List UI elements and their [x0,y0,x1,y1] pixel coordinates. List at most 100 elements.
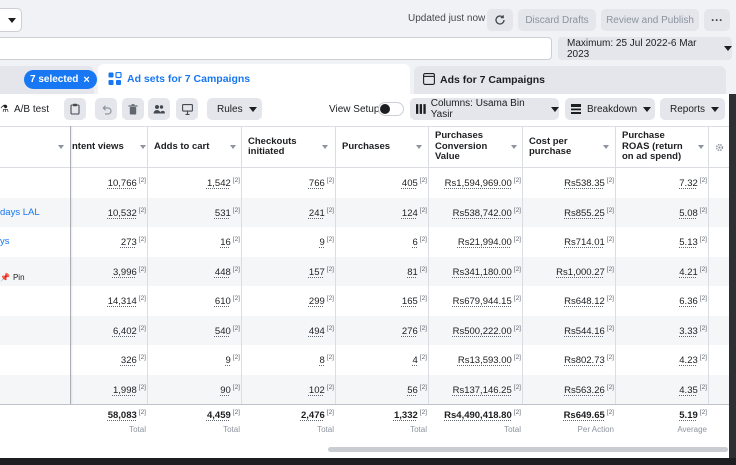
table-row[interactable]: 10,766 [2] 1,542 [2] 766 [2] 405 [2] Rs1,594,969… [0,168,736,198]
chevron-down-icon [8,18,16,23]
total-label: Total [223,425,240,434]
column-header-adds-to-cart[interactable]: Adds to cart [154,127,240,167]
right-edge [729,94,736,465]
footnote-mark: [2] [513,177,521,184]
cell-value: Rs1,000.27 [556,266,605,278]
total-cell: 58,083 [2] Total [108,409,146,434]
footnote-mark: [2] [326,383,334,391]
footnote-mark: [2] [232,295,240,302]
footnote-mark: [2] [513,206,521,214]
table-cell: 326 [2] [121,354,146,366]
cell-value: 9 [319,237,325,248]
table-row[interactable]: days LAL 10,532 [2] 531 [2] 241 [2] 124 [2] Rs538… [0,197,736,227]
sort-icon [511,145,517,149]
table-cell: Rs341,180.00 [2] [453,266,521,278]
adset-name[interactable]: days LAL [0,207,40,218]
column-divider [335,126,336,446]
date-range-picker[interactable]: Maximum: 25 Jul 2022-6 Mar 2023 [558,37,732,60]
table-cell: 165 [2] [402,295,427,307]
refresh-button[interactable] [487,9,513,31]
column-header-cost-per-purchase[interactable]: Cost per purchase [529,127,613,167]
table-row[interactable]: 14,314 [2] 610 [2] 299 [2] 165 [2] Rs679,944.15[… [0,286,736,316]
table-cell: Rs714.01 [2] [564,236,614,248]
table-cell: 540 [2] [215,325,240,337]
footnote-mark: [2] [513,324,521,332]
table-cell: Rs21,994.00 [2] [458,236,521,248]
table-cell: 157 [2] [309,266,334,278]
column-header-name[interactable] [0,127,70,167]
discard-drafts-button[interactable]: Discard Drafts [518,9,596,31]
column-header-purchase-value[interactable]: Purchases Conversion Value [435,127,521,167]
adsets-grid-icon [108,72,122,85]
view-setup-label: View Setup [329,104,380,115]
footnote-mark: [2] [513,295,521,302]
more-options-button[interactable]: ··· [704,9,730,31]
preview-button[interactable] [176,98,198,120]
footnote-mark: [2] [699,324,707,332]
table-row[interactable]: 1,998 [2] 90 [2] 102 [2] 56 [2] Rs137,146.25 [2] R… [0,374,736,404]
column-header-label: Purchases [342,140,391,152]
clipboard-button[interactable] [64,98,86,120]
ab-test-button[interactable]: ⚗ A/B test [0,98,54,120]
total-label: Per Action [577,425,614,434]
total-value: 5.19 [679,410,698,421]
columns-dropdown[interactable]: Columns: Usama Bin Yasir [410,98,559,120]
table-cell: 494 [2] [309,325,334,337]
footnote-mark: [2] [606,177,614,184]
table-cell: 14,314 [2] [108,295,146,307]
chevron-down-icon [724,46,732,51]
footnote-mark: [2] [138,206,146,214]
column-header-content-views[interactable]: ntent views [72,127,150,167]
adset-name[interactable]: ys [0,236,10,247]
pin-button[interactable]: 📌 Pin [0,273,25,282]
undo-button[interactable] [95,98,117,120]
table-cell: Rs1,594,969.00 [2] [445,177,521,189]
account-dropdown[interactable] [0,8,22,32]
table-cell: 124 [2] [402,207,427,219]
cell-value: 9 [225,355,231,366]
horizontal-scrollbar[interactable] [328,447,728,452]
add-column-button[interactable] [710,127,728,167]
rules-dropdown[interactable]: Rules [207,98,262,120]
footnote-mark: [2] [606,265,614,273]
delete-button[interactable] [122,98,144,120]
reports-dropdown[interactable]: Reports [660,98,725,120]
table-row[interactable]: 326 [2] 9 [2] 8 [2] 4 [2] Rs13,593.00 [2] Rs802.73… [0,345,736,375]
ads-window-icon [423,73,435,85]
close-icon[interactable]: × [83,74,89,85]
column-header-checkouts[interactable]: Checkouts initiated [248,127,332,167]
cell-value: Rs538.35 [564,178,605,189]
breakdown-dropdown[interactable]: Breakdown [565,98,655,120]
footnote-mark: [2] [606,354,614,361]
table-cell: Rs563.26 [2] [564,384,614,396]
column-header-purchases[interactable]: Purchases [342,127,426,167]
footnote-mark: [2] [513,354,521,361]
footnote-mark: [2] [699,409,707,416]
cell-value: 299 [308,296,325,307]
footnote-mark: [2] [419,324,427,332]
total-value: 2,476 [300,410,325,421]
footnote-mark: [2] [419,265,427,273]
tab-ads[interactable]: Ads for 7 Campaigns [414,66,726,94]
cell-value: 326 [120,355,137,366]
table-row[interactable]: ys 273 [2] 16 [2] 9 [2] 6 [2] Rs21,994.00 [2] Rs714… [0,227,736,257]
footnote-mark: [2] [699,206,707,214]
cell-value: Rs1,594,969.00 [444,178,512,189]
table-row[interactable]: 6,402 [2] 540 [2] 494 [2] 276 [2] Rs500,222.00 [2… [0,315,736,345]
table-cell: 102 [2] [309,384,334,396]
review-publish-button[interactable]: Review and Publish [601,9,699,31]
tab-adsets[interactable]: Ad sets for 7 Campaigns [98,64,410,96]
cell-value: 10,532 [107,207,137,219]
cell-value: 14,314 [107,296,137,307]
table-row[interactable]: 📌 Pin 3,996 [2] 448 [2] 157 [2] 81 [2] Rs341,180.0… [0,256,736,286]
cell-value: 157 [308,266,325,278]
search-filter-bar[interactable] [0,37,552,60]
selected-chip[interactable]: 7 selected × [24,70,97,89]
cell-value: 10,766 [107,178,137,189]
cell-value: Rs679,944.15 [452,296,512,307]
column-header-roas[interactable]: Purchase ROAS (return on ad spend) [622,127,708,167]
cell-value: 81 [407,266,418,278]
footnote-mark: [2] [326,177,334,184]
view-setup-toggle[interactable] [378,102,404,116]
audience-button[interactable] [148,98,170,120]
